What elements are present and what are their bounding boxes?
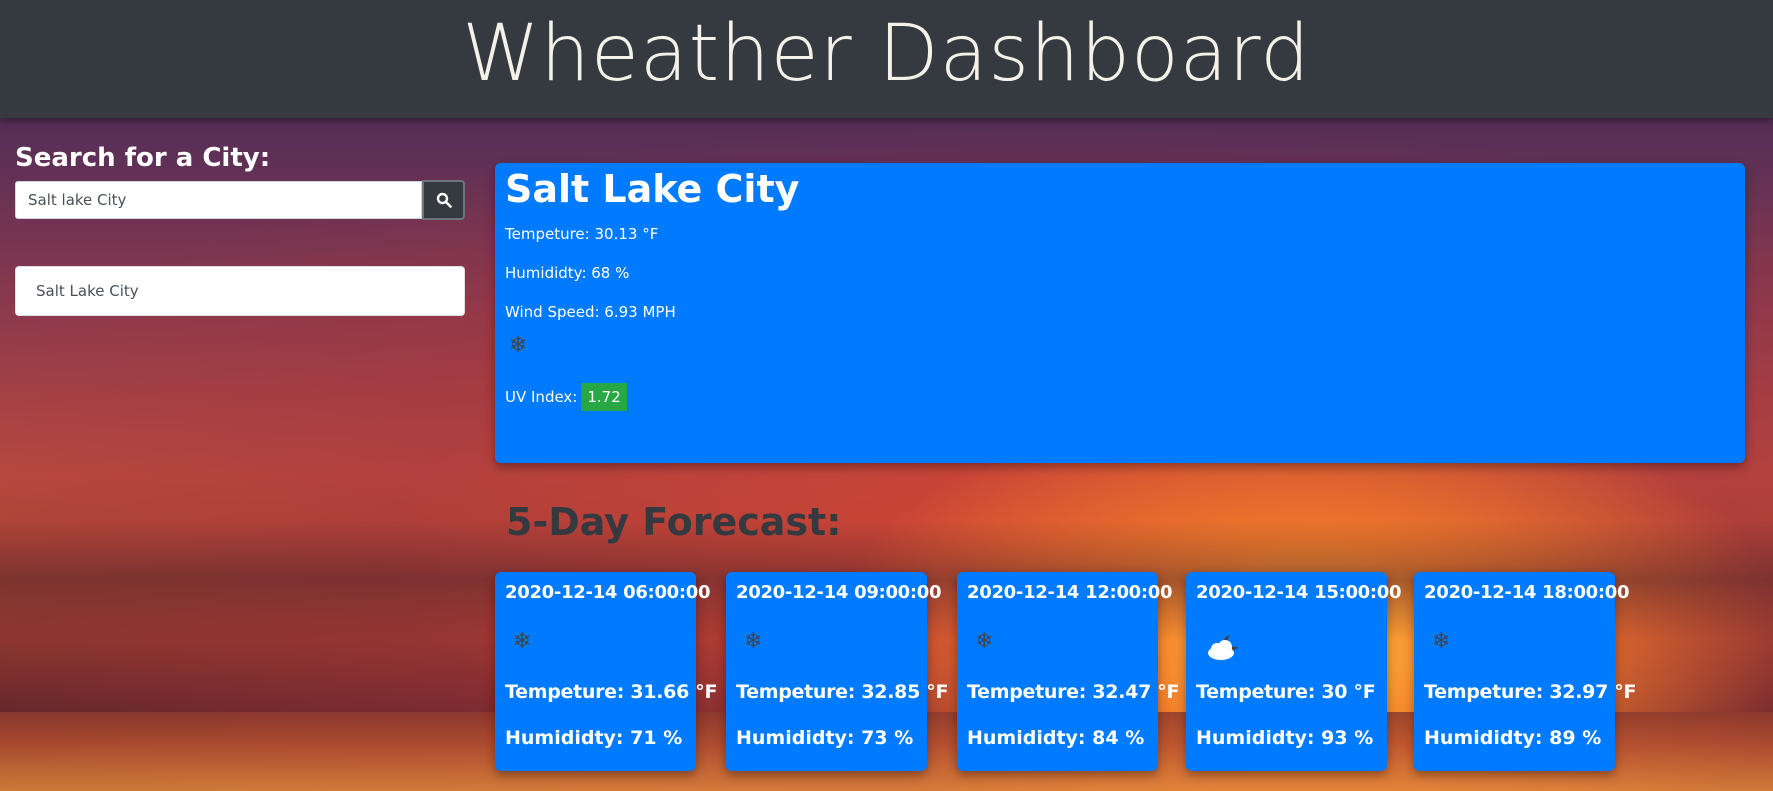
forecast-card: 2020-12-14 06:00:00 ❄ Tempeture: 31.66 °… [495,572,718,771]
search-history: Salt Lake City [15,266,465,316]
forecast-temperature: Tempeture: 31.66 °F [505,681,718,703]
current-city-name: Salt Lake City [505,167,800,211]
forecast-card: 2020-12-14 18:00:00 ❄ Tempeture: 32.97 °… [1414,572,1637,771]
current-humidity: Humididty: 68 % [505,264,630,282]
forecast-date: 2020-12-14 15:00:00 [1196,582,1402,603]
search-button[interactable] [422,180,465,220]
forecast-humidity: Humididty: 73 % [736,727,914,749]
snowflake-icon: ❄ [1432,629,1451,654]
search-label: Search for a City: [15,143,271,173]
search-input[interactable] [15,181,422,219]
snowflake-icon: ❄ [513,629,532,654]
forecast-date: 2020-12-14 06:00:00 [505,582,711,603]
forecast-temperature: Tempeture: 32.97 °F [1424,681,1637,703]
forecast-humidity: Humididty: 89 % [1424,727,1602,749]
page-title: Wheather Dashboard [462,9,1311,99]
forecast-date: 2020-12-14 18:00:00 [1424,582,1630,603]
current-wind-speed: Wind Speed: 6.93 MPH [505,303,676,321]
current-weather-card: Salt Lake City Tempeture: 30.13 °F Humid… [495,163,1745,463]
search-row [15,180,465,221]
forecast-card: 2020-12-14 15:00:00 Tempeture: 30 °F Hum… [1186,572,1402,771]
cloud-night-icon [1208,633,1242,660]
forecast-humidity: Humididty: 71 % [505,727,683,749]
sidebar: Search for a City: Salt Lake City [15,143,465,316]
uv-index-label: UV Index: [505,388,578,406]
history-item-label: Salt Lake City [36,282,139,300]
forecast-temperature: Tempeture: 32.47 °F [967,681,1180,703]
forecast-title: 5-Day Forecast: [506,500,842,544]
forecast-card: 2020-12-14 12:00:00 ❄ Tempeture: 32.47 °… [957,572,1180,771]
forecast-card: 2020-12-14 09:00:00 ❄ Tempeture: 32.85 °… [726,572,949,771]
search-icon [436,192,452,208]
snowflake-icon: ❄ [509,333,528,358]
forecast-temperature: Tempeture: 32.85 °F [736,681,949,703]
forecast-humidity: Humididty: 84 % [967,727,1145,749]
forecast-humidity: Humididty: 93 % [1196,727,1374,749]
history-item[interactable]: Salt Lake City [15,266,465,316]
uv-index-row: UV Index: 1.72 [505,383,1735,411]
snowflake-icon: ❄ [744,629,763,654]
current-icon-row: ❄ [509,335,1735,365]
snowflake-icon: ❄ [975,629,994,654]
app-header: Wheather Dashboard [0,0,1773,118]
current-temperature: Tempeture: 30.13 °F [505,225,659,243]
forecast-date: 2020-12-14 12:00:00 [967,582,1173,603]
forecast-date: 2020-12-14 09:00:00 [736,582,942,603]
uv-index-badge: 1.72 [581,383,627,411]
forecast-temperature: Tempeture: 30 °F [1196,681,1376,703]
